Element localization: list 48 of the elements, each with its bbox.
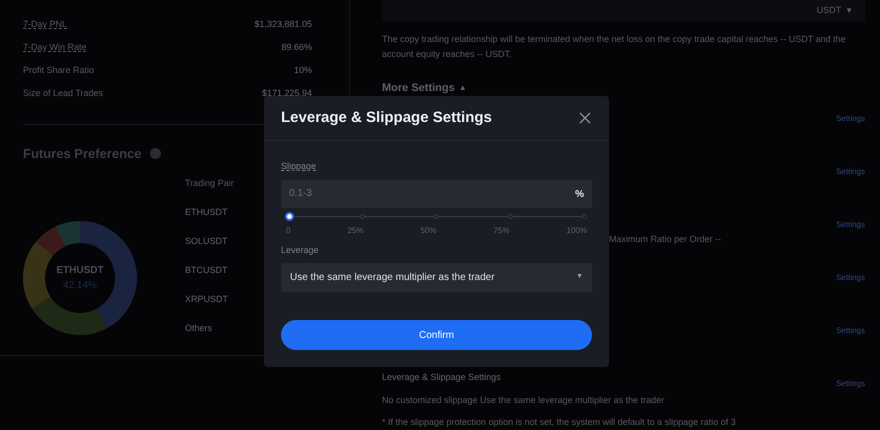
amount-field[interactable]: USDT ▼ [382, 0, 865, 22]
stat-label: 7-Day Win Rate [23, 40, 87, 54]
legend-item: ETHUSDT [185, 206, 228, 220]
dialog-title: Leverage & Slippage Settings [281, 108, 492, 128]
donut-center-value: 42.14% [63, 278, 97, 292]
close-icon[interactable] [578, 111, 592, 125]
section-title: Futures Preference [23, 145, 142, 163]
settings-link[interactable]: Settings [836, 113, 865, 125]
stat-label: Size of Lead Trades [23, 86, 104, 100]
donut-center-label: ETHUSDT [56, 264, 104, 278]
legend-item: BTCUSDT [185, 264, 228, 278]
slippage-note: * If the slippage protection option is not set, the system will default to a slippage ratio of 3 [382, 416, 736, 429]
slider-tick [434, 214, 439, 218]
more-settings-toggle[interactable]: More Settings [382, 80, 455, 96]
stop-note: The copy trading relationship will be terminated when the net loss on the copy trade capital reaches -- USDT and the account equity reaches -- USDT. [382, 33, 847, 61]
help-icon [150, 148, 160, 160]
settings-link[interactable]: Settings [836, 378, 865, 390]
settings-link[interactable]: Settings [836, 219, 865, 231]
slippage-summary: No customized slippage Use the same leverage multiplier as the trader [382, 394, 664, 407]
slider-tick [508, 214, 513, 218]
slippage-label: Slippage [281, 160, 316, 173]
unit-label: % [575, 188, 584, 202]
confirm-button[interactable]: Confirm [281, 320, 592, 350]
stat-value: $171,225.94 [262, 86, 312, 100]
stat-label: Profit Share Ratio [23, 64, 94, 77]
legend-item: Others [185, 322, 214, 336]
slippage-heading: Leverage & Slippage Settings [382, 371, 501, 384]
legend-header: Trading Pair [185, 177, 234, 190]
slider-mark-label: 100% [566, 224, 587, 236]
stat-value: 10% [294, 64, 312, 77]
settings-link[interactable]: Settings [836, 325, 865, 337]
stat-value: $1,323,881.05 [254, 18, 312, 31]
settings-link[interactable]: Settings [836, 166, 865, 178]
slider-thumb[interactable] [284, 212, 294, 220]
legend-item: XRPUSDT [185, 293, 230, 306]
slider-tick [582, 214, 586, 218]
settings-link[interactable]: Settings [836, 272, 865, 284]
leverage-label: Leverage [281, 244, 320, 257]
slider-mark-label: 0 [286, 224, 290, 236]
slider-mark-label: 25% [347, 224, 364, 236]
caret-icon: ▲ [458, 82, 467, 94]
max-ratio-text: Maximum Ratio per Order -- [609, 232, 722, 246]
stat-label: 7-Day PNL [23, 18, 68, 31]
slider-mark-label: 75% [493, 224, 510, 236]
slider-mark-label: 50% [420, 224, 436, 236]
stat-value: 89.66% [281, 40, 312, 54]
slider-tick [360, 214, 366, 218]
legend-item: SOLUSDT [185, 235, 229, 248]
